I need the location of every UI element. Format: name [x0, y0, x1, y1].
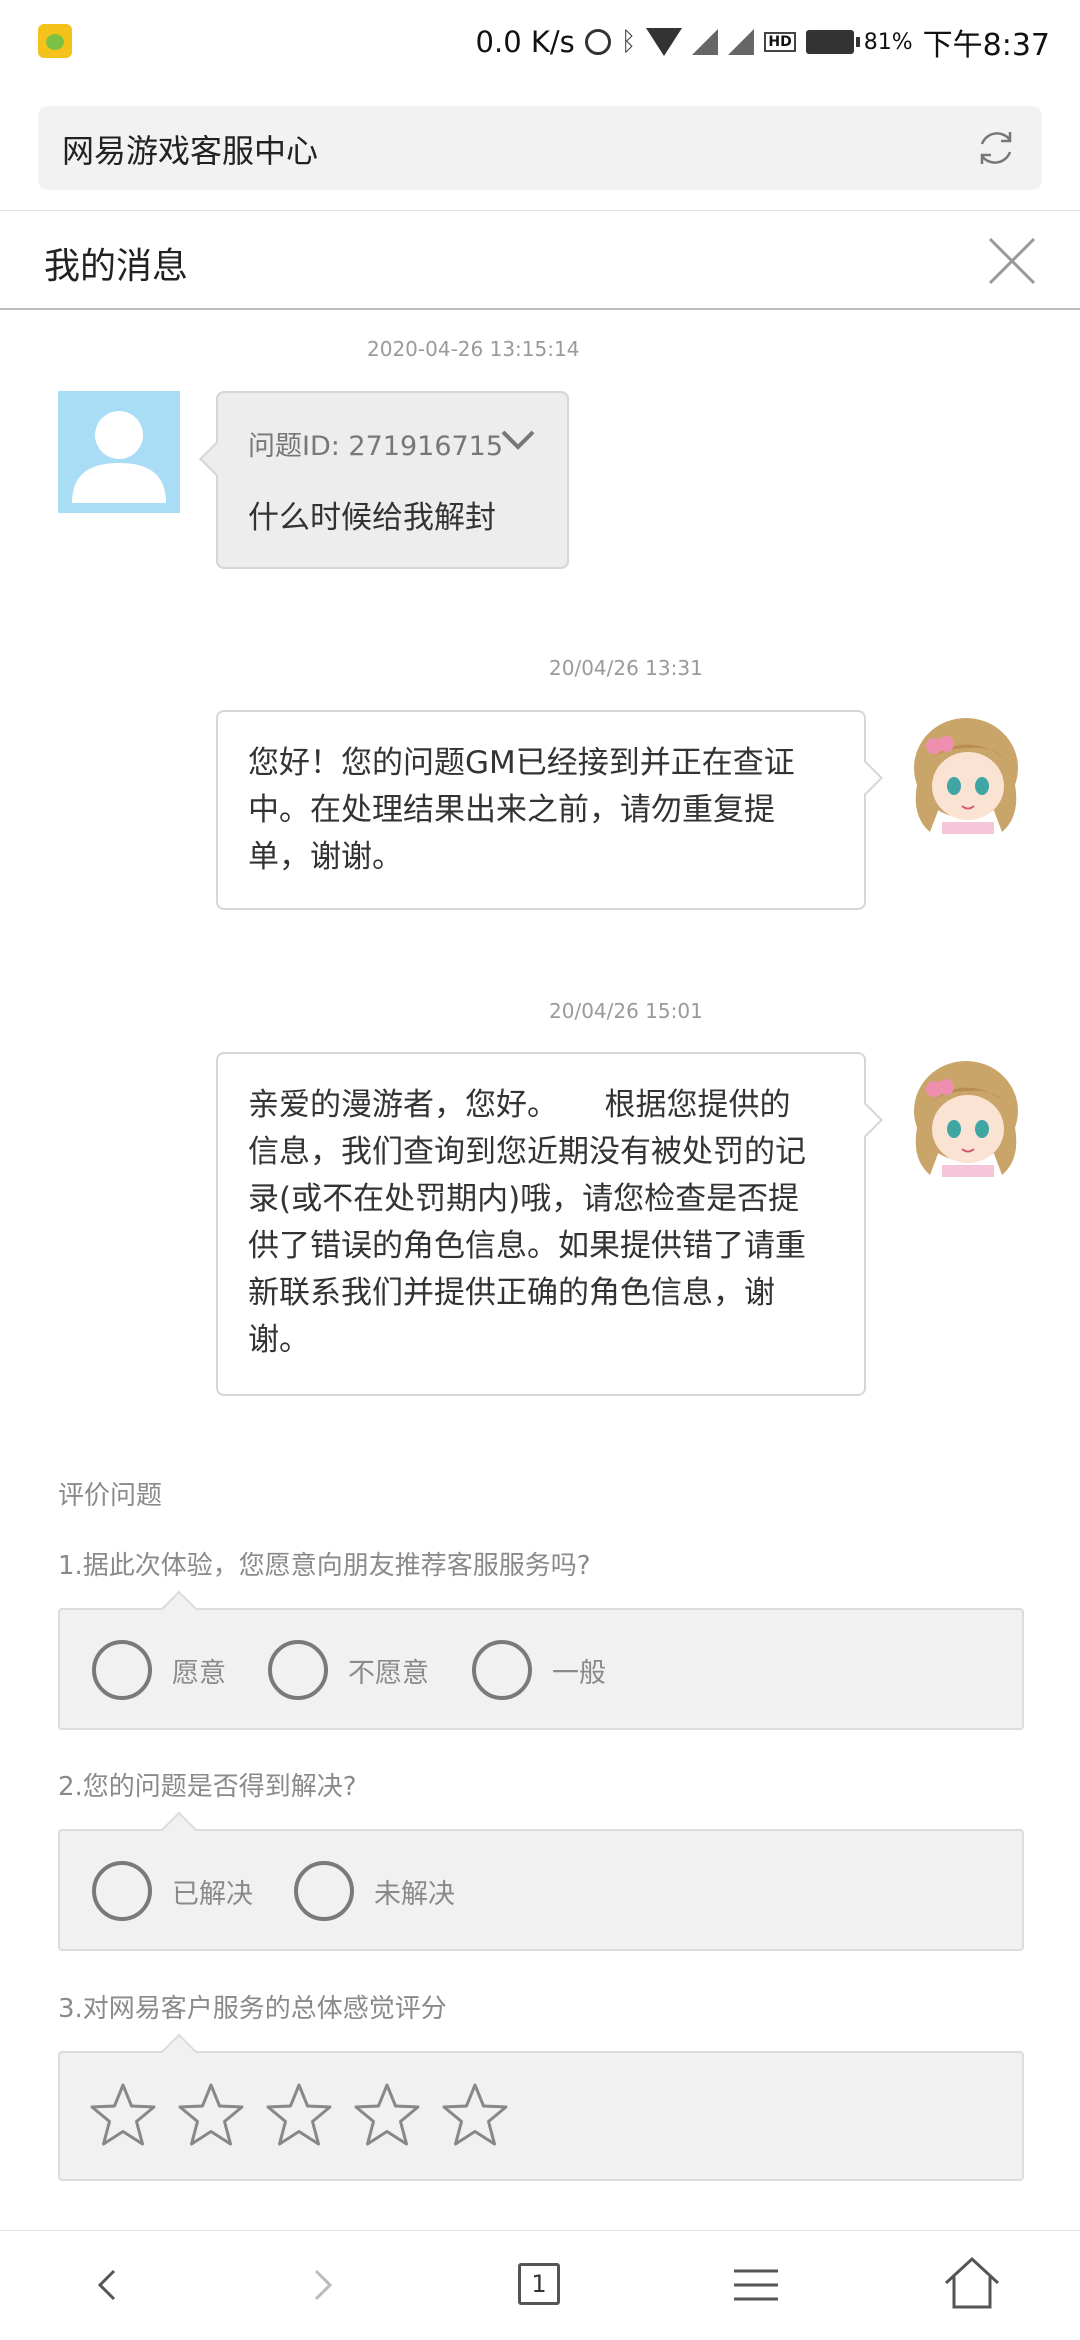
home-icon[interactable] [940, 2253, 1004, 2317]
star-rating [58, 2051, 1024, 2181]
hd-icon: HD [764, 32, 796, 52]
recommend-options: 愿意 不愿意 一般 [58, 1608, 1024, 1730]
message-line: 供了错误的角色信息。如果提供错了请重 [248, 1228, 806, 1264]
address-bar[interactable]: 网易游戏客服中心 [38, 106, 1042, 190]
message-line: 谢。 [248, 1322, 310, 1358]
message-line: 中。在处理结果出来之前，请勿重复提 [248, 792, 775, 828]
tabs-icon[interactable]: 1 [518, 2263, 560, 2305]
gm-avatar [904, 710, 1028, 834]
message-line: 新联系我们并提供正确的角色信息，谢 [248, 1275, 775, 1311]
message-text: 您好！您的问题GM已经接到并正在查证 中。在处理结果出来之前，请勿重复提 单，谢… [248, 740, 836, 881]
star-icon[interactable] [176, 2081, 246, 2151]
bottom-navigation: 1 [0, 2230, 1080, 2340]
option-neutral[interactable]: 一般 [472, 1640, 606, 1700]
gm-avatar-image [914, 1061, 1018, 1177]
refresh-icon[interactable] [974, 126, 1018, 170]
wifi-icon [646, 28, 683, 56]
radio-button[interactable] [268, 1640, 328, 1700]
page-title: 我的消息 [44, 246, 189, 287]
gm-avatar [904, 1053, 1028, 1177]
menu-icon[interactable] [724, 2253, 788, 2317]
message-text: 什么时候给我解封 [248, 500, 496, 536]
signal-icon [692, 29, 719, 55]
message-line: 单，谢谢。 [248, 839, 403, 875]
back-icon[interactable] [76, 2253, 140, 2317]
resolved-options: 已解决 未解决 [58, 1829, 1024, 1951]
message-timestamp: 20/04/26 13:31 [549, 656, 703, 680]
star-icon[interactable] [440, 2081, 510, 2151]
option-label: 一般 [552, 1657, 606, 1689]
gm-message-bubble: 亲爱的漫游者，您好。 根据您提供的 信息，我们查询到您近期没有被处罚的记 录(或… [216, 1052, 866, 1396]
user-avatar [58, 391, 180, 513]
person-icon [72, 411, 166, 503]
chevron-down-icon[interactable] [500, 429, 536, 451]
battery-percent: 81% [863, 29, 913, 55]
gm-message-bubble: 您好！您的问题GM已经接到并正在查证 中。在处理结果出来之前，请勿重复提 单，谢… [216, 710, 866, 910]
message-timestamp: 20/04/26 15:01 [549, 999, 703, 1023]
option-unwilling[interactable]: 不愿意 [268, 1640, 429, 1700]
message-line: 信息，我们查询到您近期没有被处罚的记 [248, 1134, 806, 1170]
rating-section-title: 评价问题 [58, 1481, 163, 1511]
page-header: 我的消息 [0, 210, 1080, 310]
option-unresolved[interactable]: 未解决 [294, 1861, 455, 1921]
radio-button[interactable] [92, 1861, 152, 1921]
gm-avatar-image [914, 718, 1018, 834]
question-resolved: 2.您的问题是否得到解决? [58, 1772, 357, 1802]
radio-button[interactable] [472, 1640, 532, 1700]
signal-icon [728, 29, 755, 55]
bluetooth-icon: ᛒ [620, 27, 637, 57]
radio-button[interactable] [294, 1861, 354, 1921]
status-bar: 0.0 K/s ᛒ HD 81% 下午8:37 [0, 0, 1080, 84]
option-label: 不愿意 [348, 1657, 429, 1689]
question-id: 问题ID: 271916715 [248, 431, 504, 462]
message-text: 亲爱的漫游者，您好。 根据您提供的 信息，我们查询到您近期没有被处罚的记 录(或… [248, 1082, 836, 1364]
message-line: 亲爱的漫游者，您好。 根据您提供的 [248, 1087, 791, 1123]
close-icon[interactable] [984, 233, 1040, 289]
message-line: 您好！您的问题GM已经接到并正在查证 [248, 745, 795, 781]
page-url-title: 网易游戏客服中心 [62, 132, 319, 170]
question-overall-score: 3.对网易客户服务的总体感觉评分 [58, 1994, 447, 2024]
network-speed: 0.0 K/s [475, 25, 575, 59]
status-indicators: 0.0 K/s ᛒ HD 81% 下午8:37 [476, 18, 1050, 66]
star-icon[interactable] [264, 2081, 334, 2151]
option-label: 已解决 [172, 1878, 253, 1910]
radio-button[interactable] [92, 1640, 152, 1700]
user-message-bubble: 问题ID: 271916715 什么时候给我解封 [216, 391, 569, 569]
battery-icon [805, 30, 860, 54]
clock: 下午8:37 [922, 28, 1050, 63]
option-label: 未解决 [374, 1878, 455, 1910]
message-timestamp: 2020-04-26 13:15:14 [367, 337, 580, 361]
star-icon[interactable] [88, 2081, 158, 2151]
option-label: 愿意 [172, 1657, 226, 1689]
message-line: 录(或不在处罚期内)哦，请您检查是否提 [248, 1181, 800, 1217]
forward-icon[interactable] [290, 2253, 354, 2317]
star-icon[interactable] [352, 2081, 422, 2151]
question-recommend: 1.据此次体验，您愿意向朋友推荐客服服务吗? [58, 1551, 591, 1581]
option-willing[interactable]: 愿意 [92, 1640, 226, 1700]
alarm-icon [584, 29, 611, 55]
app-notification-icon [38, 24, 72, 58]
option-resolved[interactable]: 已解决 [92, 1861, 253, 1921]
